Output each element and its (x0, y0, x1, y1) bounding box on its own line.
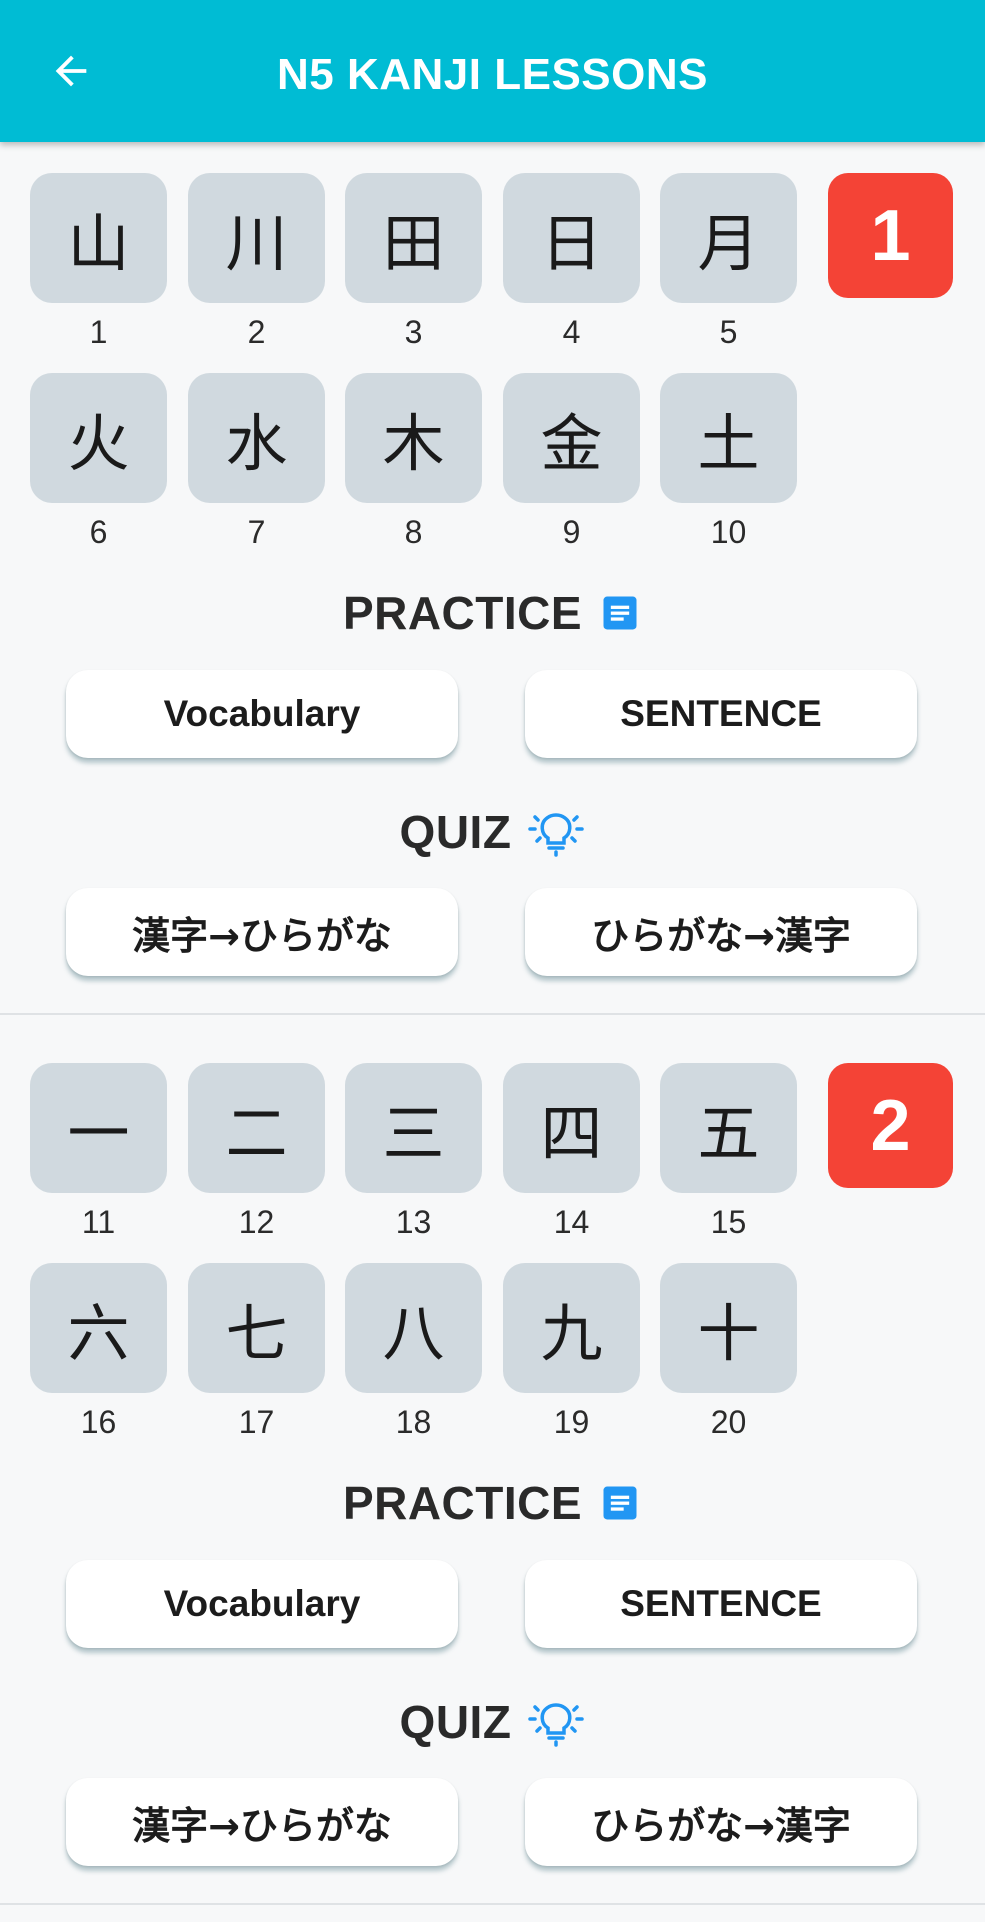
kanji-number: 7 (247, 514, 266, 550)
practice-title: PRACTICE (342, 1477, 583, 1529)
kanji-tile[interactable]: 八 (345, 1263, 482, 1393)
kanji-number: 9 (562, 514, 581, 550)
kanji-tile[interactable]: 七 (188, 1263, 325, 1393)
kanji-number: 14 (553, 1204, 590, 1240)
kanji-tile[interactable]: 三 (345, 1063, 482, 1193)
kanji-number: 13 (395, 1204, 432, 1240)
kanji-tile[interactable]: 金 (503, 373, 640, 503)
practice-heading: PRACTICE (0, 1473, 985, 1533)
lesson-2: 一 二 三 四 五 11 12 13 14 15 2 六 七 八 九 十 16 … (0, 1032, 985, 1922)
quiz-kanji-to-hiragana-button[interactable]: 漢字→ひらがな (66, 1778, 458, 1866)
kanji-number: 11 (81, 1204, 116, 1240)
kanji-tile[interactable]: 川 (188, 173, 325, 303)
kanji-tile[interactable]: 火 (30, 373, 167, 503)
kanji-tile[interactable]: 田 (345, 173, 482, 303)
kanji-number: 6 (89, 514, 108, 550)
quiz-kanji-to-hiragana-button[interactable]: 漢字→ひらがな (66, 888, 458, 976)
kanji-number: 18 (395, 1404, 432, 1440)
kanji-tile[interactable]: 十 (660, 1263, 797, 1393)
app-bar: N5 KANJI LESSONS (0, 0, 985, 142)
lesson-1: 山 川 田 日 月 1 2 3 4 5 1 火 水 木 金 土 6 7 8 9 … (0, 142, 985, 1032)
kanji-number: 8 (404, 514, 423, 550)
kanji-tile[interactable]: 水 (188, 373, 325, 503)
kanji-tile[interactable]: 六 (30, 1263, 167, 1393)
kanji-number: 12 (238, 1204, 275, 1240)
practice-vocabulary-button[interactable]: Vocabulary (66, 1560, 458, 1648)
kanji-number: 15 (710, 1204, 747, 1240)
kanji-number: 16 (80, 1404, 117, 1440)
kanji-tile[interactable]: 土 (660, 373, 797, 503)
practice-sentence-button[interactable]: SENTENCE (525, 670, 917, 758)
kanji-tile[interactable]: 日 (503, 173, 640, 303)
kanji-tile[interactable]: 一 (30, 1063, 167, 1193)
quiz-hiragana-to-kanji-button[interactable]: ひらがな→漢字 (525, 888, 917, 976)
kanji-number: 4 (562, 314, 581, 350)
quiz-title: QUIZ (399, 806, 512, 858)
lesson-divider (0, 1013, 985, 1015)
quiz-heading: QUIZ (0, 1692, 985, 1752)
kanji-tile[interactable]: 五 (660, 1063, 797, 1193)
kanji-number: 20 (710, 1404, 747, 1440)
quiz-heading: QUIZ (0, 802, 985, 862)
page-title: N5 KANJI LESSONS (277, 50, 708, 99)
lesson-number-badge: 2 (828, 1063, 953, 1188)
kanji-number: 17 (238, 1404, 275, 1440)
kanji-tile[interactable]: 月 (660, 173, 797, 303)
kanji-number: 2 (247, 314, 266, 350)
lesson-divider (0, 1903, 985, 1905)
kanji-number: 10 (710, 514, 747, 550)
practice-heading: PRACTICE (0, 583, 985, 643)
practice-title: PRACTICE (342, 587, 583, 639)
kanji-tile[interactable]: 九 (503, 1263, 640, 1393)
kanji-tile[interactable]: 山 (30, 173, 167, 303)
kanji-tile[interactable]: 二 (188, 1063, 325, 1193)
kanji-number: 19 (553, 1404, 590, 1440)
kanji-number: 3 (404, 314, 423, 350)
kanji-number: 1 (89, 314, 108, 350)
kanji-number: 5 (719, 314, 738, 350)
lightbulb-icon (527, 1697, 585, 1747)
document-icon (598, 591, 642, 635)
document-icon (598, 1481, 642, 1525)
lesson-number-badge: 1 (828, 173, 953, 298)
kanji-tile[interactable]: 四 (503, 1063, 640, 1193)
lightbulb-icon (527, 807, 585, 857)
quiz-hiragana-to-kanji-button[interactable]: ひらがな→漢字 (525, 1778, 917, 1866)
practice-vocabulary-button[interactable]: Vocabulary (66, 670, 458, 758)
quiz-title: QUIZ (399, 1696, 512, 1748)
kanji-tile[interactable]: 木 (345, 373, 482, 503)
practice-sentence-button[interactable]: SENTENCE (525, 1560, 917, 1648)
